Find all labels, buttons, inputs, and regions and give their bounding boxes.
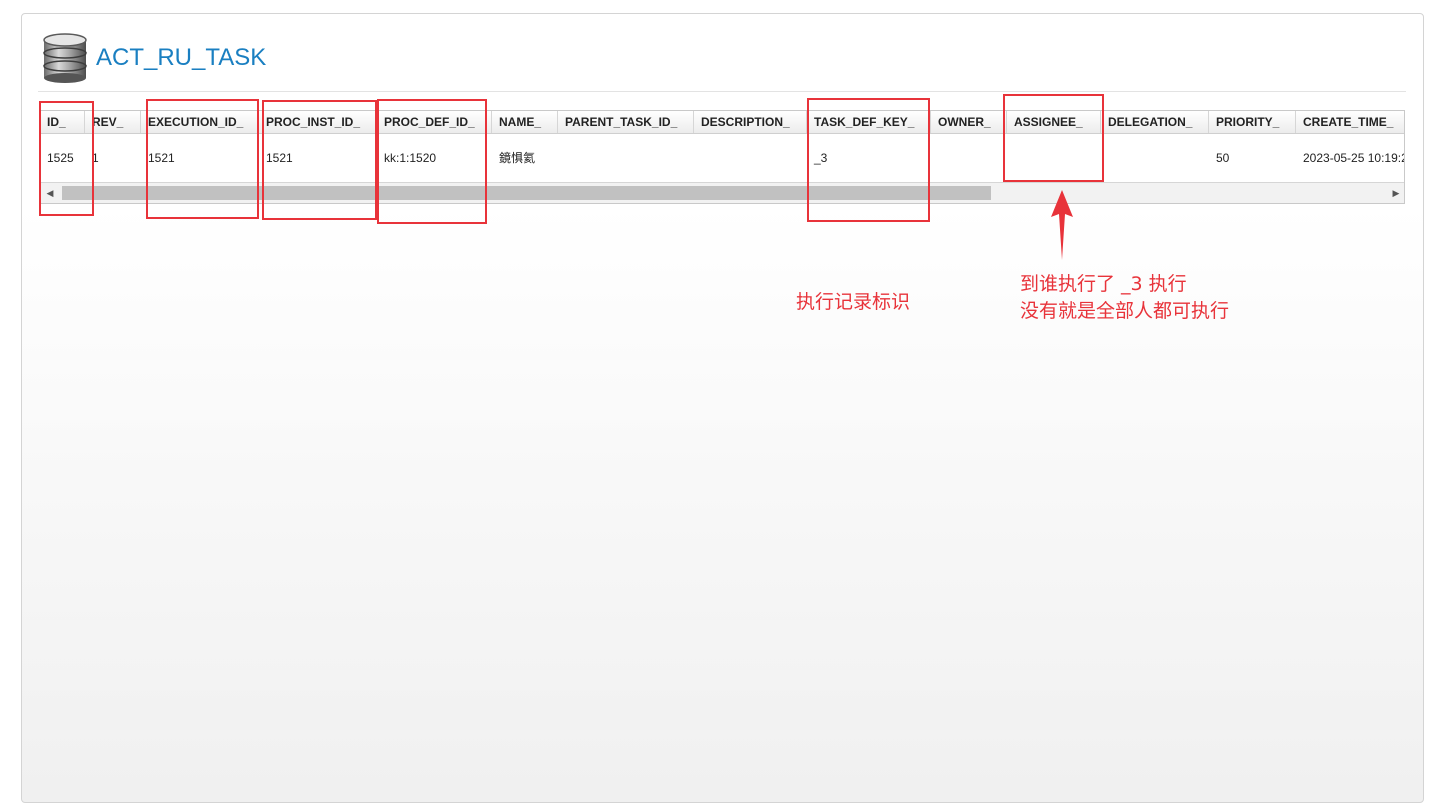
column-header-owner[interactable]: OWNER_ xyxy=(931,111,1007,133)
highlight-box-execution-id xyxy=(146,99,259,219)
cell-delegation xyxy=(1101,134,1209,182)
column-header-create-time[interactable]: CREATE_TIME_ xyxy=(1296,111,1404,133)
annotation-assignee-line2: 没有就是全部人都可执行 xyxy=(1020,300,1230,322)
cell-priority: 50 xyxy=(1216,151,1230,165)
column-header-priority[interactable]: PRIORITY_ xyxy=(1209,111,1296,133)
arrow-up-icon xyxy=(1051,190,1073,260)
column-header-description[interactable]: DESCRIPTION_ xyxy=(694,111,807,133)
page-title: ACT_RU_TASK xyxy=(96,44,267,71)
column-header-parent-task-id[interactable]: PARENT_TASK_ID_ xyxy=(558,111,694,133)
cell-parent-task-id xyxy=(558,134,694,182)
highlight-box-assignee xyxy=(1003,94,1104,182)
highlight-box-proc-def-id xyxy=(377,99,487,224)
annotation-assignee-line1: 到谁执行了 _3 执行 xyxy=(1020,273,1187,295)
page-header: ACT_RU_TASK xyxy=(42,32,266,84)
cell-name: 鏡惧氦 xyxy=(499,151,536,165)
cell-create-time: 2023-05-25 10:19:2 xyxy=(1303,151,1405,165)
highlight-box-task-def-key xyxy=(807,98,930,222)
highlight-box-id xyxy=(39,101,94,216)
cell-owner xyxy=(931,134,1007,182)
annotation-task-def-key: 执行记录标识 xyxy=(796,291,911,313)
column-header-delegation[interactable]: DELEGATION_ xyxy=(1101,111,1209,133)
column-header-name[interactable]: NAME_ xyxy=(492,111,558,133)
highlight-box-proc-inst-id xyxy=(262,100,377,220)
title-divider xyxy=(38,91,1406,92)
cell-description xyxy=(694,134,807,182)
scroll-right-arrow-icon[interactable]: ▶ xyxy=(1386,183,1404,203)
database-icon xyxy=(43,33,87,83)
